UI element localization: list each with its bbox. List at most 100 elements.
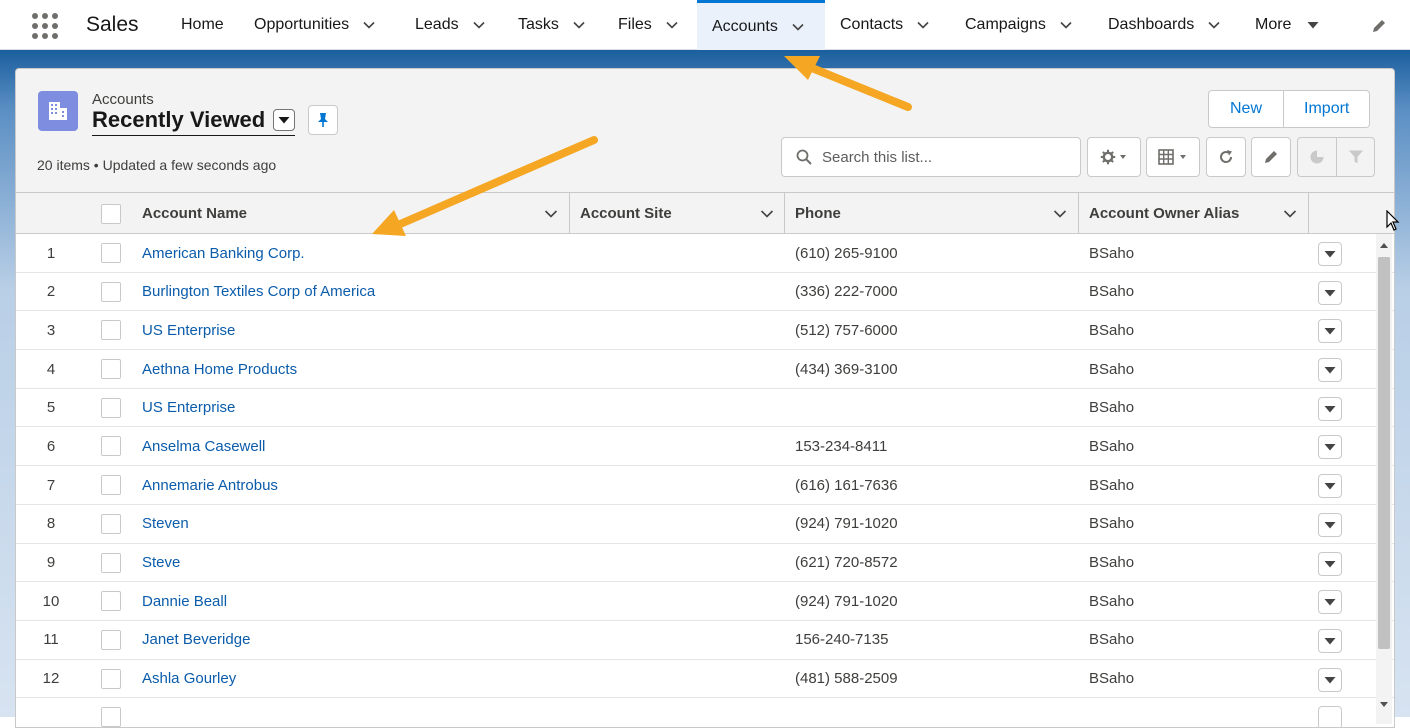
row-actions-button[interactable] <box>1318 551 1342 576</box>
row-checkbox[interactable] <box>101 552 121 573</box>
column-header-account-name[interactable]: Account Name <box>142 193 569 234</box>
row-checkbox[interactable] <box>101 281 121 302</box>
chevron-down-icon[interactable] <box>1208 19 1220 31</box>
scroll-down-arrow-icon[interactable] <box>1379 699 1389 709</box>
row-actions-button[interactable] <box>1318 242 1342 266</box>
nav-item-more[interactable]: More <box>1255 0 1319 50</box>
chevron-down-icon[interactable] <box>473 19 485 31</box>
row-actions-button[interactable] <box>1318 474 1342 499</box>
row-checkbox[interactable] <box>101 436 121 457</box>
chart-icon <box>1310 150 1324 164</box>
nav-item-tasks[interactable]: Tasks <box>518 0 585 50</box>
nav-item-campaigns[interactable]: Campaigns <box>965 0 1072 50</box>
column-divider[interactable] <box>569 193 570 234</box>
table-row: 8 Steven (924) 791-1020 BSaho <box>16 504 1394 544</box>
pin-list-view-button[interactable] <box>308 105 338 135</box>
display-as-button[interactable] <box>1146 137 1200 177</box>
chevron-down-icon[interactable] <box>1060 19 1072 31</box>
row-actions-button[interactable] <box>1318 512 1342 537</box>
row-checkbox[interactable] <box>101 475 121 496</box>
chevron-down-icon[interactable] <box>1283 207 1297 221</box>
search-list-field[interactable] <box>781 137 1081 177</box>
nav-item-opportunities[interactable]: Opportunities <box>254 0 375 50</box>
row-checkbox[interactable] <box>101 320 121 341</box>
scroll-up-arrow-icon[interactable] <box>1379 241 1389 251</box>
chevron-down-icon[interactable] <box>544 207 558 221</box>
caret-down-icon[interactable] <box>1307 19 1319 31</box>
row-number: 7 <box>46 476 56 494</box>
row-number: 6 <box>46 437 56 455</box>
account-name-link[interactable]: US Enterprise <box>142 389 235 427</box>
account-name-link[interactable]: Dannie Beall <box>142 582 227 620</box>
owner-alias-cell: BSaho <box>1089 437 1135 455</box>
chevron-down-icon[interactable] <box>363 19 375 31</box>
filters-button[interactable] <box>1337 137 1375 177</box>
chevron-down-icon[interactable] <box>760 207 774 221</box>
account-name-link[interactable]: Janet Beveridge <box>142 621 250 659</box>
list-view-title[interactable]: Recently Viewed <box>92 107 296 136</box>
row-actions-button[interactable] <box>1318 358 1342 383</box>
row-actions-button[interactable] <box>1318 667 1342 692</box>
row-select-cell <box>101 621 121 659</box>
account-name-link[interactable]: Aethna Home Products <box>142 350 297 388</box>
list-view-picker-button[interactable] <box>273 109 296 131</box>
column-divider[interactable] <box>1308 193 1309 234</box>
account-name-link[interactable]: Steven <box>142 505 189 543</box>
import-button[interactable]: Import <box>1284 90 1371 128</box>
row-checkbox[interactable] <box>101 591 121 612</box>
row-number: 9 <box>46 554 56 571</box>
nav-item-contacts[interactable]: Contacts <box>840 0 929 50</box>
row-actions-button[interactable] <box>1318 396 1342 421</box>
column-divider[interactable] <box>784 193 785 234</box>
row-checkbox[interactable] <box>101 668 121 689</box>
column-header-account-owner-alias[interactable]: Account Owner Alias <box>1089 193 1308 234</box>
chevron-down-icon[interactable] <box>666 19 678 31</box>
phone-cell: (512) 757-6000 <box>795 321 898 339</box>
row-actions-button[interactable] <box>1318 319 1342 344</box>
column-divider[interactable] <box>1078 193 1079 234</box>
row-checkbox[interactable] <box>101 397 121 418</box>
nav-item-home[interactable]: Home <box>181 0 224 50</box>
column-header-phone[interactable]: Phone <box>795 193 1078 234</box>
row-checkbox[interactable] <box>101 359 121 380</box>
account-name-link[interactable]: Steve <box>142 544 180 582</box>
edit-nav-pencil-icon[interactable] <box>1370 17 1388 35</box>
table-row: 1 American Banking Corp. (610) 265-9100 BSa… <box>16 234 1394 273</box>
chevron-down-icon[interactable] <box>573 19 585 31</box>
chevron-down-icon[interactable] <box>1053 207 1067 221</box>
account-name-link[interactable]: American Banking Corp. <box>142 234 305 272</box>
chevron-down-icon[interactable] <box>792 21 804 33</box>
account-name-link[interactable]: Burlington Textiles Corp of America <box>142 273 375 311</box>
gear-icon <box>1100 149 1126 165</box>
column-header-account-site[interactable]: Account Site <box>580 193 784 234</box>
account-name-link[interactable]: Ashla Gourley <box>142 660 236 698</box>
chevron-down-icon[interactable] <box>917 19 929 31</box>
row-actions-button[interactable] <box>1318 706 1342 727</box>
scrollbar-thumb[interactable] <box>1378 257 1390 649</box>
refresh-button[interactable] <box>1206 137 1246 177</box>
row-actions-button[interactable] <box>1318 628 1342 653</box>
row-checkbox[interactable] <box>101 707 121 727</box>
nav-item-files[interactable]: Files <box>618 0 678 50</box>
show-charts-button[interactable] <box>1297 137 1337 177</box>
select-all-checkbox[interactable] <box>101 204 121 224</box>
app-launcher-icon[interactable] <box>32 13 58 39</box>
row-checkbox[interactable] <box>101 629 121 650</box>
nav-item-leads[interactable]: Leads <box>415 0 485 50</box>
nav-item-accounts[interactable]: Accounts <box>697 0 825 50</box>
nav-item-dashboards[interactable]: Dashboards <box>1108 0 1220 50</box>
search-input[interactable] <box>820 147 1060 167</box>
row-checkbox[interactable] <box>101 513 121 534</box>
new-button[interactable]: New <box>1208 90 1285 128</box>
row-actions-button[interactable] <box>1318 590 1342 615</box>
row-actions-button[interactable] <box>1318 280 1342 305</box>
account-name-link[interactable]: Annemarie Antrobus <box>142 466 278 504</box>
account-name-link[interactable]: Anselma Casewell <box>142 427 265 465</box>
row-checkbox[interactable] <box>101 243 121 263</box>
row-select-cell <box>101 350 121 388</box>
account-name-link[interactable]: US Enterprise <box>142 311 235 349</box>
list-view-controls-button[interactable] <box>1087 137 1141 177</box>
owner-alias-cell: BSaho <box>1089 670 1135 688</box>
row-actions-button[interactable] <box>1318 435 1342 460</box>
inline-edit-button[interactable] <box>1251 137 1291 177</box>
